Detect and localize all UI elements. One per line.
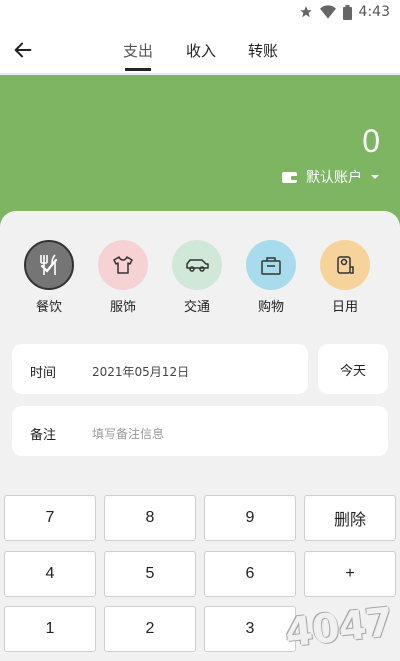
account-label: 默认账户: [306, 170, 362, 186]
wallet-icon: [282, 172, 298, 183]
key-5[interactable]: 5: [104, 551, 196, 597]
note-field-label: 备注: [30, 428, 57, 443]
caret-down-icon: [371, 175, 379, 179]
key-1[interactable]: 1: [4, 606, 96, 652]
tab-income[interactable]: 收入: [186, 40, 216, 61]
category-shopping[interactable]: 购物: [243, 240, 299, 315]
category-clothing[interactable]: 服饰: [95, 240, 151, 315]
category-shopping-circle: [246, 240, 296, 290]
status-icons: 4:43: [299, 4, 390, 20]
key-6[interactable]: 6: [204, 551, 296, 597]
category-row: 餐饮 服饰 交通 购物 日用: [0, 240, 400, 320]
tab-transfer[interactable]: 转账: [248, 40, 278, 61]
shopping-bag-icon: [261, 257, 281, 275]
category-shopping-label: 购物: [257, 300, 284, 315]
note-input[interactable]: 填写备注信息: [92, 425, 164, 442]
category-dining[interactable]: 餐饮: [21, 240, 77, 315]
key-4[interactable]: 4: [4, 551, 96, 597]
car-icon: [186, 259, 209, 272]
toilet-paper-icon: [337, 256, 354, 274]
tab-expense[interactable]: 支出: [123, 40, 153, 61]
category-transport-label: 交通: [183, 300, 210, 315]
key-plus[interactable]: +: [304, 551, 396, 597]
battery-icon: [342, 4, 352, 20]
type-tabs: 支出 收入 转账: [0, 26, 400, 74]
active-tab-indicator: [125, 68, 151, 71]
category-clothing-label: 服饰: [109, 300, 136, 315]
key-7[interactable]: 7: [4, 495, 96, 541]
category-daily-circle: [320, 240, 370, 290]
wifi-icon: [319, 5, 336, 19]
category-transport[interactable]: 交通: [169, 240, 225, 315]
key-2[interactable]: 2: [104, 606, 196, 652]
category-transport-circle: [172, 240, 222, 290]
shirt-icon: [113, 256, 133, 274]
status-bar: 4:43: [0, 0, 400, 26]
date-field[interactable]: 时间 2021年05月12日: [12, 344, 308, 394]
account-selector[interactable]: 默认账户: [282, 167, 380, 187]
date-field-label: 时间: [30, 366, 57, 381]
today-button[interactable]: 今天: [318, 344, 388, 394]
status-time: 4:43: [358, 4, 390, 20]
top-bar: 支出 收入 转账: [0, 26, 400, 74]
app-screen: 4:43 支出 收入 转账 0 默认账户 餐饮 服饰 交通 购物 日用 时间 2…: [0, 0, 400, 661]
amount-display: 0: [362, 123, 380, 159]
category-dining-label: 餐饮: [35, 300, 62, 315]
key-9[interactable]: 9: [204, 495, 296, 541]
category-clothing-circle: [98, 240, 148, 290]
note-field[interactable]: 备注 填写备注信息: [12, 406, 388, 456]
fork-knife-icon: [40, 254, 58, 275]
category-daily[interactable]: 日用: [317, 240, 373, 315]
category-dining-circle: [24, 240, 74, 290]
star-icon: [299, 6, 312, 18]
key-delete[interactable]: 删除: [304, 495, 396, 541]
category-daily-label: 日用: [331, 300, 358, 315]
date-value: 2021年05月12日: [92, 365, 190, 379]
key-8[interactable]: 8: [104, 495, 196, 541]
